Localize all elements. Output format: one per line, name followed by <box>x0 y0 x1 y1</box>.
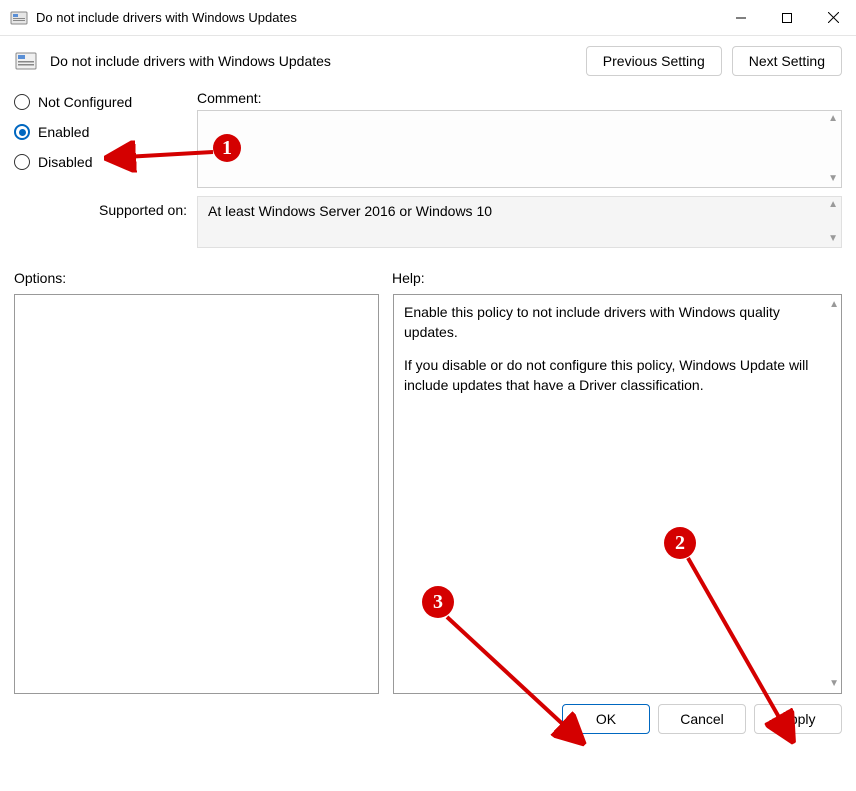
close-button[interactable] <box>810 0 856 35</box>
help-text: Enable this policy to not include driver… <box>404 303 821 395</box>
next-setting-button[interactable]: Next Setting <box>732 46 842 76</box>
previous-setting-button[interactable]: Previous Setting <box>586 46 722 76</box>
help-paragraph: Enable this policy to not include driver… <box>404 303 821 342</box>
header-row: Do not include drivers with Windows Upda… <box>0 36 856 90</box>
supported-on-value: At least Windows Server 2016 or Windows … <box>208 203 492 219</box>
radio-icon-selected <box>14 124 30 140</box>
minimize-button[interactable] <box>718 0 764 35</box>
supported-on-label: Supported on: <box>14 196 187 218</box>
help-label: Help: <box>392 270 425 286</box>
radio-disabled[interactable]: Disabled <box>14 154 179 170</box>
supported-row: Supported on: At least Windows Server 20… <box>0 188 856 248</box>
policy-icon <box>14 49 38 73</box>
titlebar: Do not include drivers with Windows Upda… <box>0 0 856 36</box>
scroll-up-icon: ▲ <box>828 200 838 210</box>
cancel-button[interactable]: Cancel <box>658 704 746 734</box>
ok-button[interactable]: OK <box>562 704 650 734</box>
radio-label: Disabled <box>38 154 92 170</box>
scroll-up-icon: ▲ <box>828 114 838 124</box>
scroll-up-icon: ▲ <box>829 299 839 310</box>
supported-on-box: At least Windows Server 2016 or Windows … <box>197 196 842 248</box>
radio-icon <box>14 154 30 170</box>
apply-button[interactable]: Apply <box>754 704 842 734</box>
help-panel[interactable]: Enable this policy to not include driver… <box>393 294 842 694</box>
maximize-button[interactable] <box>764 0 810 35</box>
window-controls <box>718 0 856 35</box>
radio-label: Enabled <box>38 124 89 140</box>
policy-app-icon <box>10 9 28 27</box>
state-comment-row: Not Configured Enabled Disabled Comment:… <box>0 90 856 188</box>
panels: Enable this policy to not include driver… <box>0 294 856 694</box>
state-radios: Not Configured Enabled Disabled <box>14 90 179 188</box>
header-buttons: Previous Setting Next Setting <box>586 46 842 76</box>
policy-title: Do not include drivers with Windows Upda… <box>50 53 331 69</box>
scroll-down-icon: ▼ <box>829 678 839 689</box>
comment-label: Comment: <box>197 90 842 110</box>
window-title: Do not include drivers with Windows Upda… <box>36 10 297 25</box>
bottom-buttons: OK Cancel Apply <box>0 694 856 744</box>
radio-label: Not Configured <box>38 94 132 110</box>
radio-not-configured[interactable]: Not Configured <box>14 94 179 110</box>
comment-column: Comment: ▲ ▼ <box>197 90 842 188</box>
options-panel[interactable] <box>14 294 379 694</box>
help-paragraph: If you disable or do not configure this … <box>404 356 821 395</box>
radio-icon <box>14 94 30 110</box>
scroll-down-icon: ▼ <box>828 174 838 184</box>
radio-enabled[interactable]: Enabled <box>14 124 179 140</box>
options-label: Options: <box>14 270 392 286</box>
comment-textbox[interactable]: ▲ ▼ <box>197 110 842 188</box>
scroll-down-icon: ▼ <box>828 234 838 244</box>
panel-labels: Options: Help: <box>0 248 856 294</box>
